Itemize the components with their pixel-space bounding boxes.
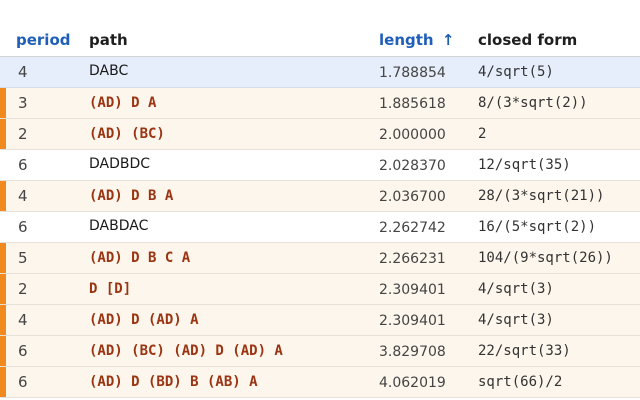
period-cell: 6 [18,156,28,174]
length-cell: 2.000000 [379,127,446,143]
table-row[interactable]: 5 (AD) D B C A 2.266231 104/(9*sqrt(26)) [0,243,640,274]
closed-form-cell: 22/sqrt(33) [478,343,571,359]
length-cell: 2.309401 [379,313,446,329]
table-row[interactable]: 6 (AD) (BC) (AD) D (AD) A 3.829708 22/sqrt(… [0,336,640,367]
table-row[interactable]: 6 DABDAC 2.262742 16/(5*sqrt(2)) [0,212,640,243]
path-cell: (AD) D B A [89,188,174,204]
path-cell: D [D] [89,281,132,297]
period-cell: 4 [18,63,28,81]
length-cell: 1.788854 [379,65,446,81]
path-cell: (AD) (BC) (AD) D (AD) A [89,343,283,359]
column-header-path[interactable]: path [89,31,128,49]
closed-form-cell: 4/sqrt(5) [478,64,554,80]
table-row[interactable]: 2 D [D] 2.309401 4/sqrt(3) [0,274,640,305]
length-cell: 2.036700 [379,189,446,205]
periodic-paths-table: period path length ↑ closed form 4 DABC 1.… [0,0,640,400]
column-header-length-label: length [379,31,434,49]
column-header-closed-form[interactable]: closed form [478,31,577,49]
row-flag-marker [0,336,6,366]
period-cell: 4 [18,187,28,205]
length-cell: 2.262742 [379,220,446,236]
row-flag-marker [0,274,6,304]
row-flag-marker [0,243,6,273]
table-row[interactable]: 6 (AD) D (BD) B (AB) A 4.062019 sqrt(66)/2 [0,367,640,398]
closed-form-cell: 12/sqrt(35) [478,157,571,173]
column-header-period[interactable]: period [16,31,71,49]
path-cell: DABC [89,63,129,79]
period-cell: 5 [18,249,28,267]
length-cell: 2.266231 [379,251,446,267]
table-row[interactable]: 4 (AD) D (AD) A 2.309401 4/sqrt(3) [0,305,640,336]
period-cell: 6 [18,218,28,236]
path-cell: (AD) D B C A [89,250,191,266]
length-cell: 2.028370 [379,158,446,174]
closed-form-cell: sqrt(66)/2 [478,374,563,390]
sort-ascending-icon: ↑ [441,31,455,49]
period-cell: 4 [18,311,28,329]
path-cell: (AD) (BC) [89,126,165,142]
path-cell: DABDAC [89,218,149,234]
length-cell: 3.829708 [379,344,446,360]
period-cell: 2 [18,125,28,143]
length-cell: 2.309401 [379,282,446,298]
path-cell: (AD) D (BD) B (AB) A [89,374,258,390]
closed-form-cell: 104/(9*sqrt(26)) [478,250,613,266]
closed-form-cell: 2 [478,126,487,142]
row-flag-marker [0,88,6,118]
table-row[interactable]: 6 DADBDC 2.028370 12/sqrt(35) [0,150,640,181]
path-cell: DADBDC [89,156,151,172]
closed-form-cell: 8/(3*sqrt(2)) [478,95,588,111]
table-row[interactable]: 4 (AD) D B A 2.036700 28/(3*sqrt(21)) [0,181,640,212]
period-cell: 2 [18,280,28,298]
path-cell: (AD) D A [89,95,157,111]
table-row[interactable]: 3 (AD) D A 1.885618 8/(3*sqrt(2)) [0,88,640,119]
row-flag-marker [0,181,6,211]
length-cell: 1.885618 [379,96,446,112]
table-body: 4 DABC 1.788854 4/sqrt(5) 3 (AD) D A 1.885618 8… [0,57,640,398]
row-flag-marker [0,367,6,397]
row-flag-marker [0,305,6,335]
path-cell: (AD) D (AD) A [89,312,199,328]
table-row[interactable]: 2 (AD) (BC) 2.000000 2 [0,119,640,150]
closed-form-cell: 4/sqrt(3) [478,312,554,328]
table-row[interactable]: 4 DABC 1.788854 4/sqrt(5) [0,57,640,88]
closed-form-cell: 16/(5*sqrt(2)) [478,219,597,235]
closed-form-cell: 4/sqrt(3) [478,281,554,297]
row-flag-marker [0,119,6,149]
length-cell: 4.062019 [379,375,446,391]
closed-form-cell: 28/(3*sqrt(21)) [478,188,605,204]
period-cell: 6 [18,373,28,391]
period-cell: 3 [18,94,28,112]
period-cell: 6 [18,342,28,360]
table-header: period path length ↑ closed form [0,24,640,57]
column-header-length[interactable]: length ↑ [379,31,454,49]
